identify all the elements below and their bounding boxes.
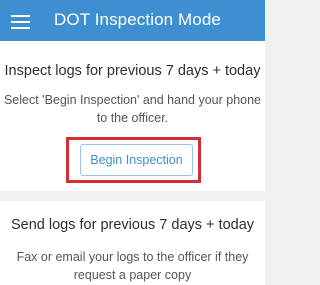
page-title: DOT Inspection Mode bbox=[54, 10, 221, 29]
inspect-logs-description: Select 'Begin Inspection' and hand your … bbox=[3, 93, 262, 125]
begin-inspection-button[interactable]: Begin Inspection bbox=[80, 144, 193, 176]
send-logs-description: Fax or email your logs to the officer if… bbox=[16, 250, 249, 282]
app-header: DOT Inspection Mode bbox=[0, 0, 265, 41]
send-logs-title: Send logs for previous 7 days + today bbox=[10, 217, 255, 233]
inspect-logs-title: Inspect logs for previous 7 days + today bbox=[4, 63, 261, 79]
send-logs-card[interactable]: Send logs for previous 7 days + today Fa… bbox=[0, 201, 265, 285]
hamburger-menu-icon[interactable] bbox=[10, 10, 32, 32]
